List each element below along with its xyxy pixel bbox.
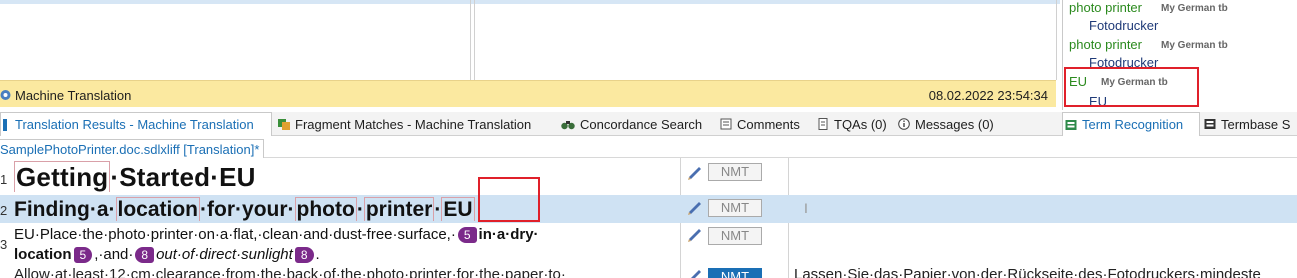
machine-translation-label: Machine Translation xyxy=(15,88,132,103)
machine-translation-date: 08.02.2022 23:54:34 xyxy=(928,88,1048,103)
tab-comments[interactable]: Comments xyxy=(720,112,800,136)
comments-icon xyxy=(720,118,732,130)
tab-fragment-matches[interactable]: Fragment Matches - Machine Translation xyxy=(278,112,531,136)
segment-number: 3 xyxy=(0,237,8,252)
segment-target[interactable]: Lassen·Sie·das·Papier·von·der·Rückseite·… xyxy=(794,266,1297,278)
tab-label: Fragment Matches - Machine Translation xyxy=(295,116,532,132)
source-text: . xyxy=(315,246,320,263)
term-highlight-box xyxy=(1064,67,1199,107)
tab-label: Messages (0) xyxy=(915,116,994,132)
editor-grid: 1 Getting·Started·EU NMT 2 Finding·a·loc… xyxy=(0,158,1297,278)
document-tab[interactable]: SamplePhotoPrinter.doc.sdlxliff [Transla… xyxy=(0,139,265,158)
tab-label: Concordance Search xyxy=(580,116,703,132)
tab-label: Translation Results - Machine Translatio… xyxy=(15,117,254,132)
source-text: EU·Place·the·photo·printer·on·a·flat,·cl… xyxy=(14,226,456,243)
inline-tag-8[interactable]: 8 xyxy=(135,247,155,264)
source-word: for xyxy=(207,198,236,221)
document-tab-label: SamplePhotoPrinter.doc.sdlxliff [Transla… xyxy=(0,141,260,157)
tab-termbase-search[interactable]: Termbase S xyxy=(1204,112,1290,136)
inline-tag-8-close[interactable]: 8 xyxy=(294,247,314,264)
term-source[interactable]: photo printer xyxy=(1069,0,1142,15)
segment-status-badge: NMT xyxy=(708,268,762,278)
source-word: EU xyxy=(441,197,475,221)
termbase-name: My German tb xyxy=(1161,3,1228,14)
segment-row[interactable]: 3 EU·Place·the·photo·printer·on·a·flat,·… xyxy=(0,223,1297,265)
segment-source[interactable]: Finding·a·location·for·your·photo·printe… xyxy=(14,197,679,223)
segment-source[interactable]: Getting·Started·EU xyxy=(14,160,679,194)
tab-messages[interactable]: Messages (0) xyxy=(898,112,994,136)
tab-label: Comments xyxy=(737,116,800,132)
segment-row-selected[interactable]: 2 Finding·a·location·for·your·photo·prin… xyxy=(0,195,1297,223)
segment-row[interactable]: 1 Getting·Started·EU NMT xyxy=(0,158,1297,195)
tab-concordance-search[interactable]: Concordance Search xyxy=(561,112,702,136)
tab-label: Term Recognition xyxy=(1082,117,1184,132)
source-word: your xyxy=(242,198,288,221)
binoculars-icon xyxy=(561,121,575,130)
termbase-name: My German tb xyxy=(1161,40,1228,51)
term-recognition-icon xyxy=(1065,119,1077,130)
source-word: EU xyxy=(219,162,256,192)
inline-tag-5[interactable]: 5 xyxy=(457,227,477,244)
results-selected-row[interactable] xyxy=(0,0,1060,4)
panel-tab-strip: Translation Results - Machine Translatio… xyxy=(0,112,1297,136)
source-word: Finding xyxy=(14,198,90,221)
translation-results-icon xyxy=(3,118,7,131)
segment-status-badge: NMT xyxy=(708,199,762,217)
term-source[interactable]: photo printer xyxy=(1069,37,1142,52)
source-word: Getting xyxy=(14,161,111,192)
source-word: a xyxy=(96,198,109,221)
termbase-search-icon xyxy=(1204,119,1216,129)
column-divider xyxy=(470,0,471,80)
text-cursor: I xyxy=(804,200,808,216)
tqa-icon xyxy=(818,118,828,130)
source-bold-text: in·a·dry· xyxy=(478,226,539,243)
inline-tag-5-close[interactable]: 5 xyxy=(73,247,93,264)
tab-label: TQAs (0) xyxy=(834,116,887,132)
term-target[interactable]: Fotodrucker xyxy=(1089,18,1158,33)
fragment-matches-icon xyxy=(278,119,290,130)
info-icon xyxy=(898,118,910,130)
segment-number: 2 xyxy=(0,203,8,218)
source-italic-text: out·of·direct·sunlight xyxy=(156,246,293,263)
source-word: Started xyxy=(119,162,211,192)
eu-highlight-box xyxy=(478,177,540,222)
source-word: location xyxy=(115,197,201,221)
segment-number: 1 xyxy=(0,172,8,187)
tab-term-recognition[interactable]: Term Recognition xyxy=(1062,112,1200,136)
machine-translation-bar: Machine Translation 08.02.2022 23:54:34 xyxy=(0,80,1056,107)
tab-translation-results[interactable]: Translation Results - Machine Translatio… xyxy=(0,112,272,136)
segment-source[interactable]: Allow·at·least·12·cm·clearance·from·the·… xyxy=(14,266,679,278)
translation-results-panel: Machine Translation 08.02.2022 23:54:34 xyxy=(0,0,1060,110)
column-divider xyxy=(1056,0,1057,80)
source-word: printer xyxy=(363,197,435,221)
segment-row[interactable]: Allow·at·least·12·cm·clearance·from·the·… xyxy=(0,266,1297,278)
machine-translation-icon xyxy=(0,90,11,100)
column-divider xyxy=(474,0,475,80)
edit-pencil-icon xyxy=(688,229,701,242)
source-bold-text: location xyxy=(14,246,72,263)
edit-pencil-icon xyxy=(691,270,701,278)
tab-tqas[interactable]: TQAs (0) xyxy=(817,112,887,136)
segment-source[interactable]: EU·Place·the·photo·printer·on·a·flat,·cl… xyxy=(14,225,679,265)
source-word: photo xyxy=(294,197,357,221)
segment-status-badge: NMT xyxy=(708,227,762,245)
document-tab-row: SamplePhotoPrinter.doc.sdlxliff [Transla… xyxy=(0,138,1297,158)
edit-pencil-icon xyxy=(688,167,701,180)
edit-pencil-icon xyxy=(688,202,701,215)
segment-status-badge: NMT xyxy=(708,163,762,181)
source-text: ,·and· xyxy=(94,246,134,263)
tab-label: Termbase S xyxy=(1221,116,1291,132)
